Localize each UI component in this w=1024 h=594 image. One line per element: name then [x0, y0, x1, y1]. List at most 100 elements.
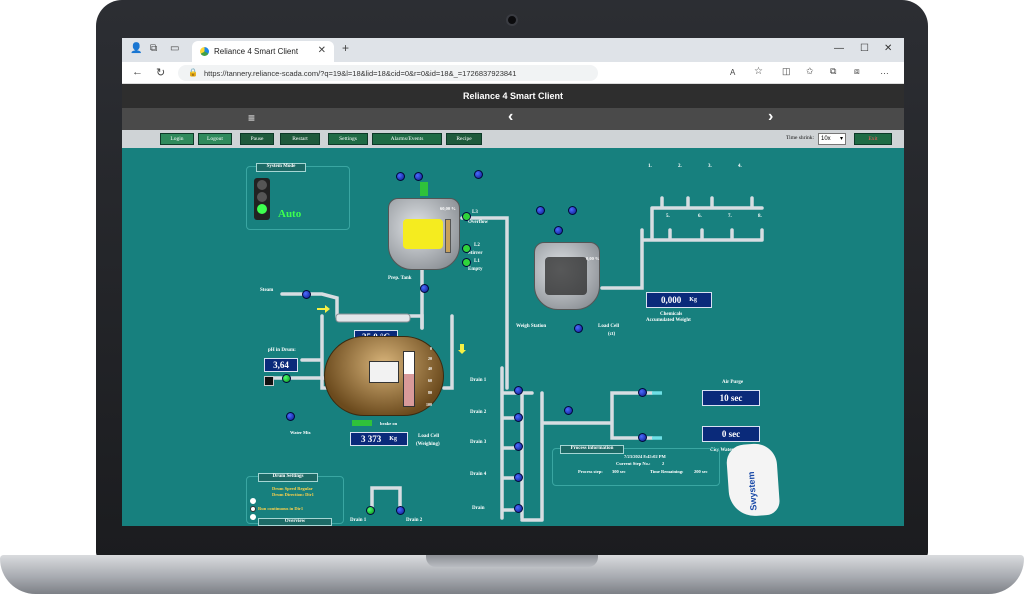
time-remaining-value: 200 sec [694, 469, 708, 474]
chem-valve-4[interactable]: 4. [738, 164, 742, 169]
purge-main-valve[interactable] [564, 406, 573, 415]
prep-tank-stirrer: Stirrer [468, 251, 483, 256]
air-purge-label: Air Purge [722, 380, 744, 385]
pause-button[interactable]: Pause [240, 133, 274, 145]
process-info-title: Process information [560, 445, 624, 454]
weigh-inlet-valve-3[interactable] [554, 226, 563, 235]
favorite-star-icon[interactable]: ☆ [754, 66, 763, 77]
alarms-events-button[interactable]: Alarms/Events [372, 133, 442, 145]
extensions-icon[interactable]: ⧈ [854, 66, 860, 77]
drum-scale-100: 100 [426, 402, 432, 407]
tab-actions-icon[interactable]: ▭ [170, 43, 179, 54]
steam-valve[interactable] [302, 290, 311, 299]
chemicals-accumulated-label: Accumulated Weight [646, 318, 691, 323]
drum-direction-option[interactable]: Drum Direction: Dir1 [272, 492, 314, 497]
profile-icon[interactable]: 👤 [130, 43, 142, 54]
maximize-icon[interactable]: ☐ [860, 43, 869, 54]
browser-tab[interactable]: Reliance 4 Smart Client ✕ [192, 41, 334, 62]
drain-3-valve[interactable] [514, 442, 523, 451]
city-water-valve[interactable] [638, 433, 647, 442]
url-field[interactable]: 🔒 https://tannery.reliance-scada.com/?q=… [178, 65, 598, 81]
ph-value: 3,64 [273, 360, 289, 370]
recipe-button[interactable]: Recipe [446, 133, 482, 145]
drum-load-cell-label: Load Cell [418, 434, 439, 439]
chem-valve-2[interactable]: 2. [678, 164, 682, 169]
weigh-station-tank[interactable] [534, 242, 600, 310]
previous-screen-icon[interactable]: ‹ [508, 108, 513, 126]
weigh-inlet-valve-1[interactable] [536, 206, 545, 215]
login-button[interactable]: Login [160, 133, 194, 145]
chem-valve-3[interactable]: 3. [708, 164, 712, 169]
screen: 👤 ⧉ ▭ Reliance 4 Smart Client ✕ + — ☐ ✕ … [122, 38, 904, 526]
process-step-label: Process step: [578, 469, 603, 474]
app-navigation: ≡ ‹ › [122, 108, 904, 130]
brake-indicator [352, 420, 372, 426]
bottom-drain-1-label: Drain 1 [350, 518, 367, 523]
drain-1-valve[interactable] [514, 386, 523, 395]
refresh-icon[interactable]: ↻ [156, 66, 165, 79]
minimize-icon[interactable]: — [834, 43, 844, 54]
drain-4-valve[interactable] [514, 473, 523, 482]
read-aloud-icon[interactable]: A [730, 68, 735, 77]
weigh-outlet-valve[interactable] [574, 324, 583, 333]
exit-button[interactable]: Exit [854, 133, 892, 145]
settings-button[interactable]: Settings [328, 133, 368, 145]
logout-button[interactable]: Logout [198, 133, 232, 145]
chem-valve-1[interactable]: 1. [648, 164, 652, 169]
drum-scale-80: 80 [428, 390, 432, 395]
ph-pump[interactable] [282, 374, 291, 383]
radio-1[interactable] [250, 498, 256, 504]
prep-tank-valve-1[interactable] [396, 172, 405, 181]
drain-label: Drain [472, 506, 485, 511]
prep-tank-empty: Empty [468, 267, 483, 272]
overview-button[interactable]: Overview [258, 518, 332, 526]
tab-title: Reliance 4 Smart Client [214, 47, 299, 56]
bottom-drain-2-valve[interactable] [396, 506, 405, 515]
drum-speed-option[interactable]: Drum Speed Regular [272, 486, 313, 491]
lock-icon[interactable]: 🔒 [188, 68, 198, 77]
weigh-load-cell-label: Load Cell [598, 324, 619, 329]
l1-indicator [462, 258, 471, 267]
chem-valve-5[interactable]: 5. [666, 214, 670, 219]
time-shrink-select[interactable]: 10x ▾ [818, 133, 846, 145]
weigh-inlet-valve-2[interactable] [568, 206, 577, 215]
bottom-drain-1-valve[interactable] [366, 506, 375, 515]
workspaces-icon[interactable]: ⧉ [150, 43, 157, 54]
favorites-icon[interactable]: ✩ [806, 66, 814, 77]
l3-indicator [462, 212, 471, 221]
prep-tank-valve-2[interactable] [414, 172, 423, 181]
back-icon[interactable]: ← [132, 66, 143, 78]
close-tab-icon[interactable]: ✕ [318, 45, 326, 56]
water-mix-valve[interactable] [286, 412, 295, 421]
collections-icon[interactable]: ⧉ [830, 66, 836, 77]
drum-weight-value: 3 373 [361, 434, 382, 444]
air-purge-value: 10 sec [719, 393, 743, 403]
prep-tank-percent: 60,00 % [440, 206, 456, 211]
hamburger-menu-icon[interactable]: ≡ [248, 111, 255, 125]
drain-valve[interactable] [514, 504, 523, 513]
logo-text: Swystem [745, 471, 759, 511]
chem-valve-7[interactable]: 7. [728, 214, 732, 219]
chem-valve-8[interactable]: 8. [758, 214, 762, 219]
chem-valve-6[interactable]: 6. [698, 214, 702, 219]
ph-label: pH in Drum: [268, 348, 296, 353]
new-tab-button[interactable]: + [342, 41, 349, 55]
restart-button[interactable]: Restart [280, 133, 320, 145]
radio-2[interactable] [250, 506, 256, 512]
prep-tank-outlet-valve[interactable] [420, 284, 429, 293]
run-continuous-option[interactable]: Run continuous in Dir1 [258, 506, 303, 511]
drain-2-valve[interactable] [514, 413, 523, 422]
more-icon[interactable]: … [880, 66, 889, 76]
air-purge-valve[interactable] [638, 388, 647, 397]
weigh-load-cell-sub: (ct) [608, 332, 616, 337]
drum-scale-60: 60 [428, 378, 432, 383]
chevron-down-icon: ▾ [839, 136, 843, 142]
app-title: Reliance 4 Smart Client [122, 84, 904, 108]
webcam [506, 14, 518, 26]
close-window-icon[interactable]: ✕ [884, 43, 892, 54]
radio-3[interactable] [250, 514, 256, 520]
next-screen-icon[interactable]: › [768, 108, 773, 126]
menu-bar: Login Logout Pause Restart Settings Alar… [122, 130, 904, 148]
prep-tank-valve-3[interactable] [474, 170, 483, 179]
split-screen-icon[interactable]: ◫ [782, 66, 791, 77]
